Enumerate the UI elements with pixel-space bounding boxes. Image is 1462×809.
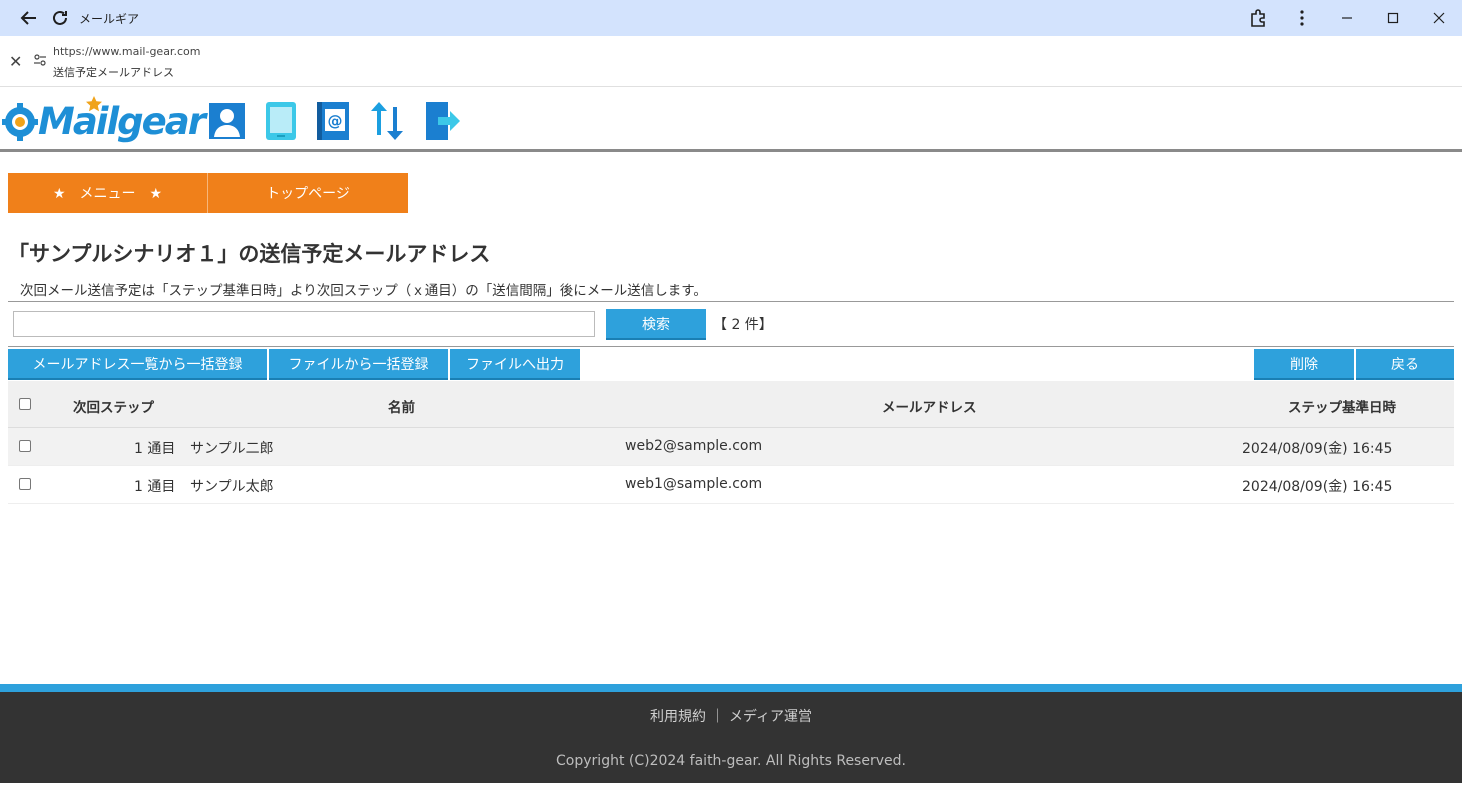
- search-button[interactable]: 検索: [606, 309, 706, 340]
- header-next-step[interactable]: 次回ステップ: [73, 396, 154, 416]
- app-header: Mailgear @: [0, 88, 1462, 152]
- table-row: 1 通目 サンプル二郎 web2@sample.com 2024/08/09(金…: [8, 428, 1454, 466]
- browser-titlebar: メールギア: [0, 0, 1462, 36]
- bulk-register-from-list-button[interactable]: メールアドレス一覧から一括登録: [8, 349, 267, 380]
- row-email: web2@sample.com: [625, 438, 763, 454]
- row-step: 1 通目: [134, 441, 176, 457]
- minimize-icon[interactable]: [1324, 0, 1370, 36]
- header-base-datetime[interactable]: ステップ基準日時: [1288, 396, 1396, 416]
- row-step: 1 通目: [134, 479, 176, 495]
- table-header: 次回ステップ 名前 メールアドレス ステップ基準日時: [8, 381, 1454, 428]
- row-name: サンプル二郎: [190, 441, 274, 457]
- gear-icon: [2, 103, 38, 141]
- media-link[interactable]: メディア運営: [729, 709, 812, 725]
- divider: [8, 301, 1454, 302]
- row-name: サンプル太郎: [190, 479, 274, 495]
- row-checkbox[interactable]: [19, 440, 31, 452]
- more-menu-icon[interactable]: [1289, 5, 1315, 31]
- logout-icon[interactable]: [424, 101, 462, 141]
- row-datetime: 2024/08/09(金) 16:45: [1242, 479, 1393, 495]
- row-checkbox[interactable]: [19, 478, 31, 490]
- address-bar: ✕ https://www.mail-gear.com 送信予定メールアドレス: [0, 36, 1462, 87]
- header-email[interactable]: メールアドレス: [882, 396, 977, 416]
- window-title: メールギア: [79, 11, 140, 26]
- page-title: 「サンプルシナリオ１」の送信予定メールアドレス: [8, 242, 491, 266]
- description-text: 次回メール送信予定は「ステップ基準日時」より次回ステップ（ｘ通目）の「送信間隔」…: [20, 283, 707, 299]
- row-datetime: 2024/08/09(金) 16:45: [1242, 441, 1393, 457]
- divider: [8, 346, 1454, 347]
- page-tab-title: 送信予定メールアドレス: [53, 66, 174, 79]
- terms-link[interactable]: 利用規約: [650, 709, 706, 725]
- mailgear-logo[interactable]: Mailgear: [2, 96, 206, 146]
- search-input[interactable]: [13, 311, 595, 337]
- main-nav: ★ メニュー ★ トップページ: [8, 173, 408, 213]
- logo-text: Mailgear: [38, 100, 206, 143]
- select-all-checkbox[interactable]: [19, 398, 31, 410]
- bulk-register-from-file-button[interactable]: ファイルから一括登録: [269, 349, 448, 380]
- delete-button[interactable]: 削除: [1254, 349, 1354, 380]
- user-icon[interactable]: [208, 101, 246, 141]
- sync-icon[interactable]: [368, 101, 406, 141]
- result-count: 【 2 件】: [713, 317, 773, 333]
- site-settings-icon[interactable]: [33, 53, 47, 67]
- top-page-button[interactable]: トップページ: [208, 173, 408, 213]
- extensions-icon[interactable]: [1245, 5, 1271, 31]
- back-arrow-icon[interactable]: [16, 5, 42, 31]
- footer-stripe: [0, 684, 1462, 692]
- reload-icon[interactable]: [47, 5, 73, 31]
- svg-text:@: @: [328, 112, 343, 130]
- footer-separator: ｜: [710, 709, 725, 725]
- table-row: 1 通目 サンプル太郎 web1@sample.com 2024/08/09(金…: [8, 466, 1454, 504]
- tablet-icon[interactable]: [262, 101, 300, 141]
- back-button[interactable]: 戻る: [1356, 349, 1454, 380]
- url-text[interactable]: https://www.mail-gear.com: [53, 45, 200, 58]
- recipient-table: 次回ステップ 名前 メールアドレス ステップ基準日時 1 通目 サンプル二郎 w…: [8, 381, 1454, 504]
- menu-button[interactable]: ★ メニュー ★: [8, 173, 208, 213]
- close-icon[interactable]: ✕: [9, 52, 22, 71]
- address-book-icon[interactable]: @: [314, 101, 352, 141]
- header-name[interactable]: 名前: [388, 396, 415, 416]
- footer: 利用規約 ｜ メディア運営 Copyright (C)2024 faith-ge…: [0, 692, 1462, 783]
- footer-links: 利用規約 ｜ メディア運営: [0, 706, 1462, 726]
- export-file-button[interactable]: ファイルへ出力: [450, 349, 580, 380]
- row-email: web1@sample.com: [625, 476, 763, 492]
- copyright-text: Copyright (C)2024 faith-gear. All Rights…: [556, 753, 906, 769]
- close-window-icon[interactable]: [1416, 0, 1462, 36]
- maximize-icon[interactable]: [1370, 0, 1416, 36]
